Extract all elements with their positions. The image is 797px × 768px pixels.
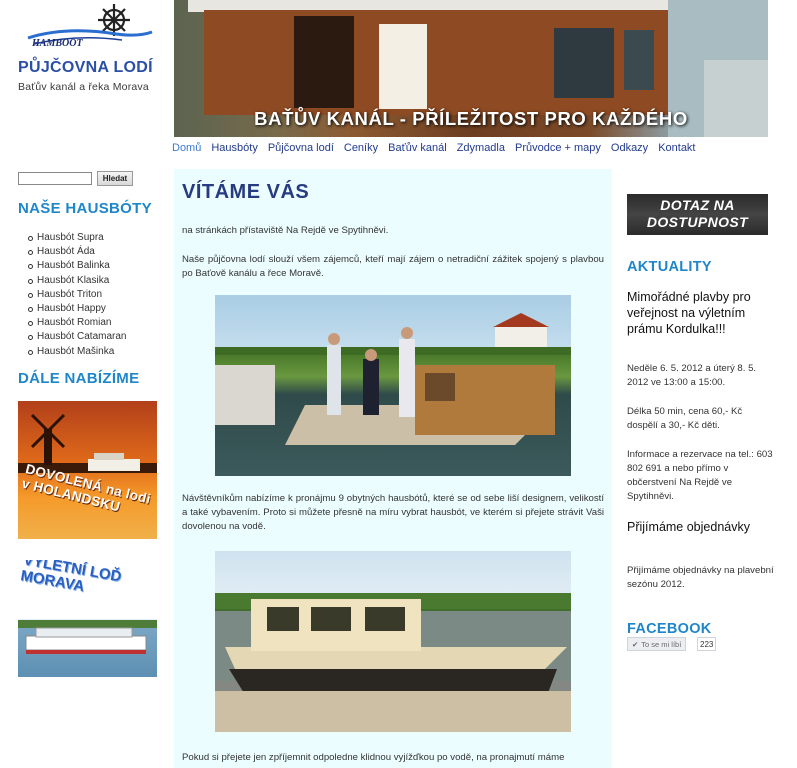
- houseboat-link[interactable]: Hausbót Supra: [28, 231, 127, 245]
- main-content: VÍTÁME VÁS na stránkách přístaviště Na R…: [174, 169, 612, 768]
- ship-wheel-logo-icon: HAMBOOT: [27, 4, 153, 49]
- news-item-text: Neděle 6. 5. 2012 a úterý 8. 5. 2012 ve …: [627, 363, 757, 388]
- houseboats-paragraph: Návštěvníkům nabízíme k pronájmu 9 obytn…: [182, 493, 604, 532]
- houseboat-link[interactable]: Hausbót Mašinka: [28, 345, 127, 359]
- thumbs-up-icon: ✔: [632, 639, 639, 649]
- facebook-like-label: To se mi líbí: [641, 639, 682, 649]
- site-logo[interactable]: HAMBOOT PŮJČOVNA LODÍ Baťův kanál a řeka…: [0, 0, 174, 140]
- houseboat-crew-photo: [215, 295, 571, 476]
- excursion-paragraph: Pokud si přejete jen zpříjemnit odpoledn…: [182, 752, 565, 763]
- houseboat-link[interactable]: Hausbót Catamaran: [28, 330, 127, 344]
- intro-paragraph: na stránkách přístaviště Na Rejdě ve Spy…: [182, 225, 389, 236]
- about-paragraph: Naše půjčovna lodí slouží všem zájemců, …: [182, 254, 604, 279]
- excursion-boat-banner[interactable]: VÝLETNÍ LOĎ MORAVA: [18, 560, 157, 677]
- houseboat-link[interactable]: Hausbót Happy: [28, 302, 127, 316]
- offers-heading: DÁLE NABÍZÍME: [18, 370, 140, 387]
- houseboat-list: Hausbót Supra Hausbót Áda Hausbót Balink…: [28, 231, 127, 359]
- search-button[interactable]: Hledat: [97, 171, 133, 186]
- header-banner: BAŤŮV KANÁL - PŘÍLEŽITOST PRO KAŽDÉHO: [174, 0, 768, 137]
- nav-item-home[interactable]: Domů: [172, 142, 201, 160]
- news-item-title: Mimořádné plavby pro veřejnost na výletn…: [627, 290, 751, 336]
- site-title[interactable]: PŮJČOVNA LODÍ: [18, 59, 153, 77]
- search-input[interactable]: [18, 172, 92, 185]
- houseboat-photo: [215, 551, 571, 732]
- houseboat-link[interactable]: Hausbót Áda: [28, 245, 127, 259]
- houseboat-photo-image: [215, 593, 571, 732]
- site-subtitle: Baťův kanál a řeka Morava: [18, 81, 149, 93]
- houseboat-link[interactable]: Hausbót Romian: [28, 316, 127, 330]
- page-title: VÍTÁME VÁS: [182, 181, 310, 203]
- banner-heading: BAŤŮV KANÁL - PŘÍLEŽITOST PRO KAŽDÉHO: [254, 108, 688, 129]
- news-heading: AKTUALITY: [627, 259, 712, 275]
- logo-text: HAMBOOT: [31, 38, 83, 49]
- nav-item-prices[interactable]: Ceníky: [344, 142, 378, 160]
- news-item-text: Přijímáme objednávky na plavební sezónu …: [627, 565, 774, 590]
- nav-item-contact[interactable]: Kontakt: [658, 142, 695, 160]
- nav-item-locks[interactable]: Zdymadla: [457, 142, 505, 160]
- holland-vacation-banner[interactable]: DOVOLENÁ na lodi v HOLANDSKU: [18, 401, 157, 539]
- houseboat-link[interactable]: Hausbót Klasika: [28, 274, 127, 288]
- houseboat-link[interactable]: Hausbót Triton: [28, 288, 127, 302]
- facebook-like-button[interactable]: ✔ To se mi líbí: [627, 637, 687, 651]
- news-item-text: Délka 50 min, cena 60,- Kč dospělí a 30,…: [627, 406, 743, 431]
- nav-item-bata-canal[interactable]: Baťův kanál: [388, 142, 447, 160]
- news-item-text: Informace a rezervace na tel.: 603 802 6…: [627, 449, 773, 502]
- houseboat-photo-image: [215, 313, 571, 445]
- main-nav: Domů Hausbóty Půjčovna lodí Ceníky Baťův…: [172, 142, 706, 160]
- nav-item-boat-rental[interactable]: Půjčovna lodí: [268, 142, 334, 160]
- nav-item-links[interactable]: Odkazy: [611, 142, 648, 160]
- facebook-heading: FACEBOOK: [627, 621, 712, 637]
- nav-item-houseboats[interactable]: Hausbóty: [211, 142, 257, 160]
- houseboats-heading: NAŠE HAUSBÓTY: [18, 200, 152, 217]
- nav-item-guides-maps[interactable]: Průvodce + mapy: [515, 142, 601, 160]
- availability-inquiry-button[interactable]: DOTAZ NA DOSTUPNOST: [627, 194, 768, 235]
- news-item-title: Přijímáme objednávky: [627, 520, 750, 534]
- houseboat-link[interactable]: Hausbót Balinka: [28, 259, 127, 273]
- facebook-like-count: 223: [697, 637, 717, 651]
